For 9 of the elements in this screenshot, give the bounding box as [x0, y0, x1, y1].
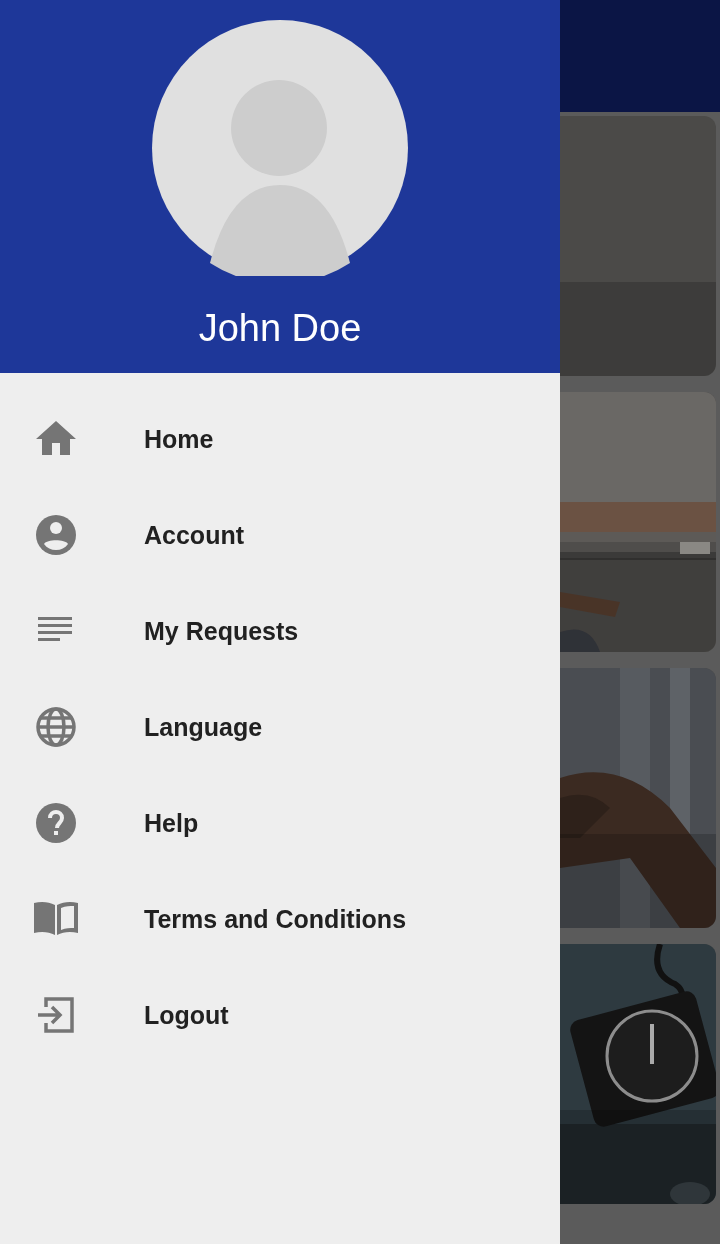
- avatar-icon: [152, 20, 408, 276]
- menu-item[interactable]: Terms and Conditions: [0, 871, 560, 967]
- menu-item[interactable]: Help: [0, 775, 560, 871]
- menu-item[interactable]: Logout: [0, 967, 560, 1063]
- user-name: John Doe: [198, 306, 362, 350]
- menu-item[interactable]: Account: [0, 487, 560, 583]
- menu-item[interactable]: Language: [0, 679, 560, 775]
- menu-item[interactable]: Home: [0, 391, 560, 487]
- menu-item[interactable]: My Requests: [0, 583, 560, 679]
